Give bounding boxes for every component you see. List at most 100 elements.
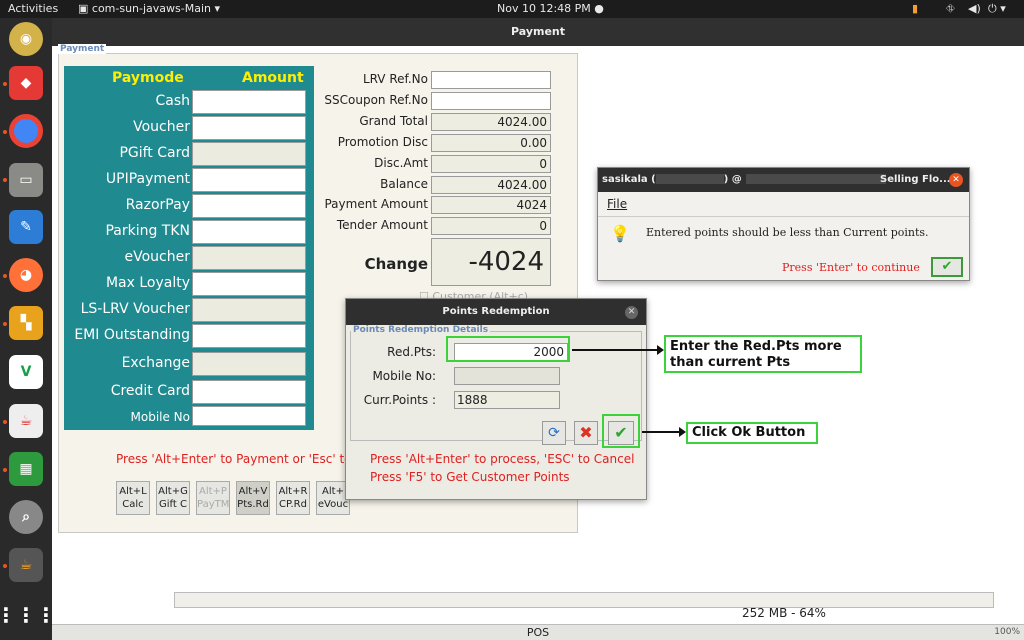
shortcut-label: PayTM	[197, 499, 230, 510]
cancel-button[interactable]: ✖	[574, 421, 598, 445]
red-pts-annotation: Enter the Red.Pts more than current Pts	[664, 335, 862, 373]
paymode-label: Credit Card	[110, 383, 190, 399]
rhythmbox-icon[interactable]: ◉	[9, 22, 43, 56]
paymode-amount-input[interactable]	[192, 406, 306, 426]
paymode-amount-input	[192, 142, 306, 166]
process-hint: Press 'Alt+Enter' to process, 'ESC' to C…	[370, 452, 635, 466]
tender-amount-label: Tender Amount	[336, 218, 428, 232]
paymode-row: Voucher	[64, 116, 314, 140]
caret-down-icon: ▾	[214, 2, 221, 15]
shortcut-button[interactable]: Alt+L Calc	[116, 481, 150, 515]
paymode-row: Cash	[64, 90, 314, 114]
power-icon[interactable]: ⏻ ▾	[988, 2, 1006, 16]
ok-annotation: Click Ok Button	[686, 422, 818, 444]
redacted-block	[745, 174, 886, 184]
lightbulb-icon: 💡	[610, 224, 630, 243]
shortcut-button[interactable]: Alt+G Gift C	[156, 481, 190, 515]
redacted-block	[655, 174, 724, 184]
close-icon[interactable]: ✕	[949, 173, 963, 187]
lrv-input[interactable]	[431, 71, 551, 89]
shortcut-label: Pts.Rd	[237, 499, 269, 510]
app-menu[interactable]: ▣ com-sun-javaws-Main ▾	[78, 2, 220, 15]
shortcut-key: Alt+	[322, 486, 344, 497]
mobile-no-value	[454, 367, 560, 385]
f5-hint: Press 'F5' to Get Customer Points	[370, 470, 570, 484]
network-icon[interactable]: ⛗	[946, 2, 955, 16]
files-icon[interactable]: ▭	[9, 163, 43, 197]
curr-points-value: 1888	[454, 391, 560, 409]
paymode-amount-input[interactable]	[192, 380, 306, 404]
shortcut-key: Alt+V	[238, 486, 268, 497]
vnc-viewer-icon[interactable]: V	[9, 355, 43, 389]
cancel-x-icon: ✖	[579, 423, 593, 442]
shortcut-label: Calc	[122, 499, 144, 510]
java-icon[interactable]: ☕	[9, 404, 43, 438]
disc-amt-label: Disc.Amt	[374, 156, 428, 170]
disc-amt-value: 0	[431, 155, 551, 173]
paymode-label: LS-LRV Voucher	[80, 301, 190, 317]
red-pts-arrow	[572, 345, 664, 355]
message-title-end: Selling Flo...	[880, 174, 951, 185]
paymode-row: LS-LRV Voucher	[64, 298, 314, 322]
refresh-button[interactable]: ⟳	[542, 421, 566, 445]
sublime-icon[interactable]: ▚	[9, 306, 43, 340]
java-running-icon[interactable]: ☕	[9, 548, 43, 582]
chrome-icon[interactable]	[9, 114, 43, 148]
shortcut-button[interactable]: Alt+R CP.Rd	[276, 481, 310, 515]
magnifier-icon[interactable]: ⌕	[9, 500, 43, 534]
close-icon[interactable]: ✕	[625, 306, 638, 319]
message-text: Entered points should be less than Curre…	[646, 226, 929, 239]
zoom-level: 100%	[994, 627, 1020, 637]
paymode-amount-input[interactable]	[192, 272, 306, 296]
status-text: POS	[526, 626, 550, 639]
message-title-user: sasikala (	[602, 174, 656, 185]
ok-button-arrow	[642, 427, 686, 437]
paymode-panel: Paymode Amount Cash Voucher PGift Card UPIP…	[64, 66, 314, 430]
activities-button[interactable]: Activities	[8, 2, 58, 15]
red-pts-label: Red.Pts:	[387, 345, 436, 359]
paymode-amount-input[interactable]	[192, 194, 306, 218]
paymode-amount-input	[192, 352, 306, 376]
grand-total-value: 4024.00	[431, 113, 551, 131]
window-title: Payment	[52, 18, 1024, 46]
paymode-amount-input	[192, 246, 306, 270]
paymode-amount-input[interactable]	[192, 116, 306, 140]
paymode-label: eVoucher	[124, 249, 190, 265]
message-title: sasikala ( ) @ Selling Flo... ✕	[598, 168, 969, 192]
paymode-label: Exchange	[121, 355, 190, 371]
paymode-row: eVoucher	[64, 246, 314, 270]
shortcut-button[interactable]: Alt+V Pts.Rd	[236, 481, 270, 515]
spreadsheet-icon[interactable]: ▦	[9, 452, 43, 486]
volume-icon[interactable]: ◀)	[968, 2, 981, 15]
redemption-group-label: Points Redemption Details	[351, 325, 491, 335]
message-title-mid: ) @	[723, 174, 742, 185]
shortcut-key: Alt+L	[119, 486, 147, 497]
paymode-row: RazorPay	[64, 194, 314, 218]
shortcut-button[interactable]: Alt+P PayTM	[196, 481, 230, 515]
paymode-row: Credit Card	[64, 380, 314, 404]
show-apps-icon[interactable]: ⋮⋮⋮	[0, 598, 56, 632]
sscoupon-input[interactable]	[431, 92, 551, 110]
paymode-amount-input	[192, 298, 306, 322]
clock-label: Nov 10 12:48 PM	[497, 2, 591, 15]
shortcut-key: Alt+G	[158, 486, 188, 497]
payment-amount-label: Payment Amount	[324, 197, 428, 211]
shortcut-key: Alt+P	[199, 486, 227, 497]
anydesk-icon[interactable]: ◆	[9, 66, 43, 100]
paymode-amount-input[interactable]	[192, 168, 306, 192]
paymode-amount-input[interactable]	[192, 324, 306, 348]
indicator-icon[interactable]: ▮	[912, 2, 918, 15]
balance-value: 4024.00	[431, 176, 551, 194]
app-menu-label: com-sun-javaws-Main	[91, 2, 211, 15]
paymode-amount-input[interactable]	[192, 90, 306, 114]
file-menu[interactable]: File	[607, 197, 627, 211]
payment-amount-value: 4024	[431, 196, 551, 214]
message-ok-button[interactable]: ✔	[931, 257, 963, 277]
firefox-icon[interactable]: ◕	[9, 258, 43, 292]
clock[interactable]: Nov 10 12:48 PM ●	[497, 2, 604, 15]
paymode-amount-input[interactable]	[192, 220, 306, 244]
curr-points-label: Curr.Points :	[363, 393, 436, 407]
text-editor-icon[interactable]: ✎	[9, 210, 43, 244]
system-top-bar: Activities ▣ com-sun-javaws-Main ▾ Nov 1…	[0, 0, 1024, 18]
change-value: -4024	[431, 238, 551, 286]
